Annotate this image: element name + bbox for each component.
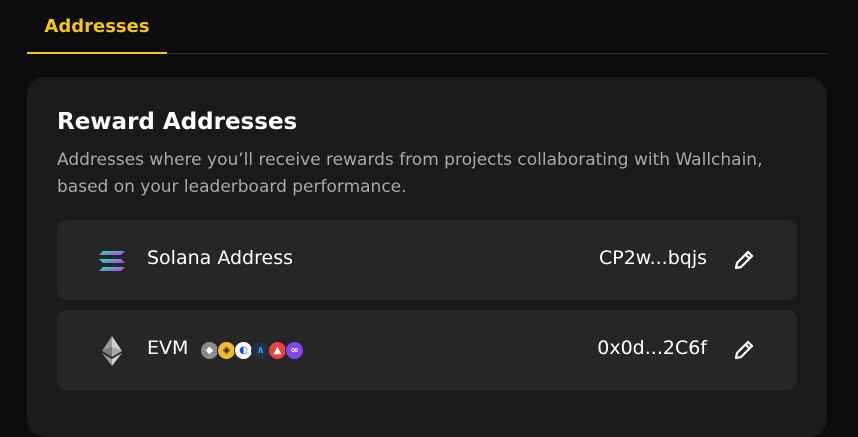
ethereum-icon (97, 336, 127, 366)
solana-address-label: Solana Address (147, 247, 293, 269)
polygon-icon: ∞ (285, 341, 304, 360)
evm-address-row: EVM ◆ ◈ ◐ ∧ ▲ ∞ 0x0d...2C6f (57, 310, 797, 390)
edit-evm-address-button[interactable] (731, 337, 757, 363)
evm-label: EVM (147, 337, 189, 359)
evm-address-value: 0x0d...2C6f (597, 337, 707, 359)
pencil-icon (734, 340, 754, 360)
card-description: Addresses where you’ll receive rewards f… (57, 150, 763, 197)
tab-addresses[interactable]: Addresses (27, 0, 167, 54)
solana-address-value: CP2w...bqjs (598, 247, 707, 269)
card-title: Reward Addresses (57, 109, 298, 135)
solana-icon (97, 246, 127, 276)
pencil-icon (734, 250, 754, 270)
reward-addresses-card: Reward Addresses Addresses where you’ll … (27, 77, 827, 437)
evm-network-icons: ◆ ◈ ◐ ∧ ▲ ∞ (200, 341, 304, 361)
edit-solana-address-button[interactable] (731, 247, 757, 273)
solana-address-row: Solana Address CP2w...bqjs (57, 220, 797, 300)
tab-bar: Addresses (27, 0, 827, 54)
